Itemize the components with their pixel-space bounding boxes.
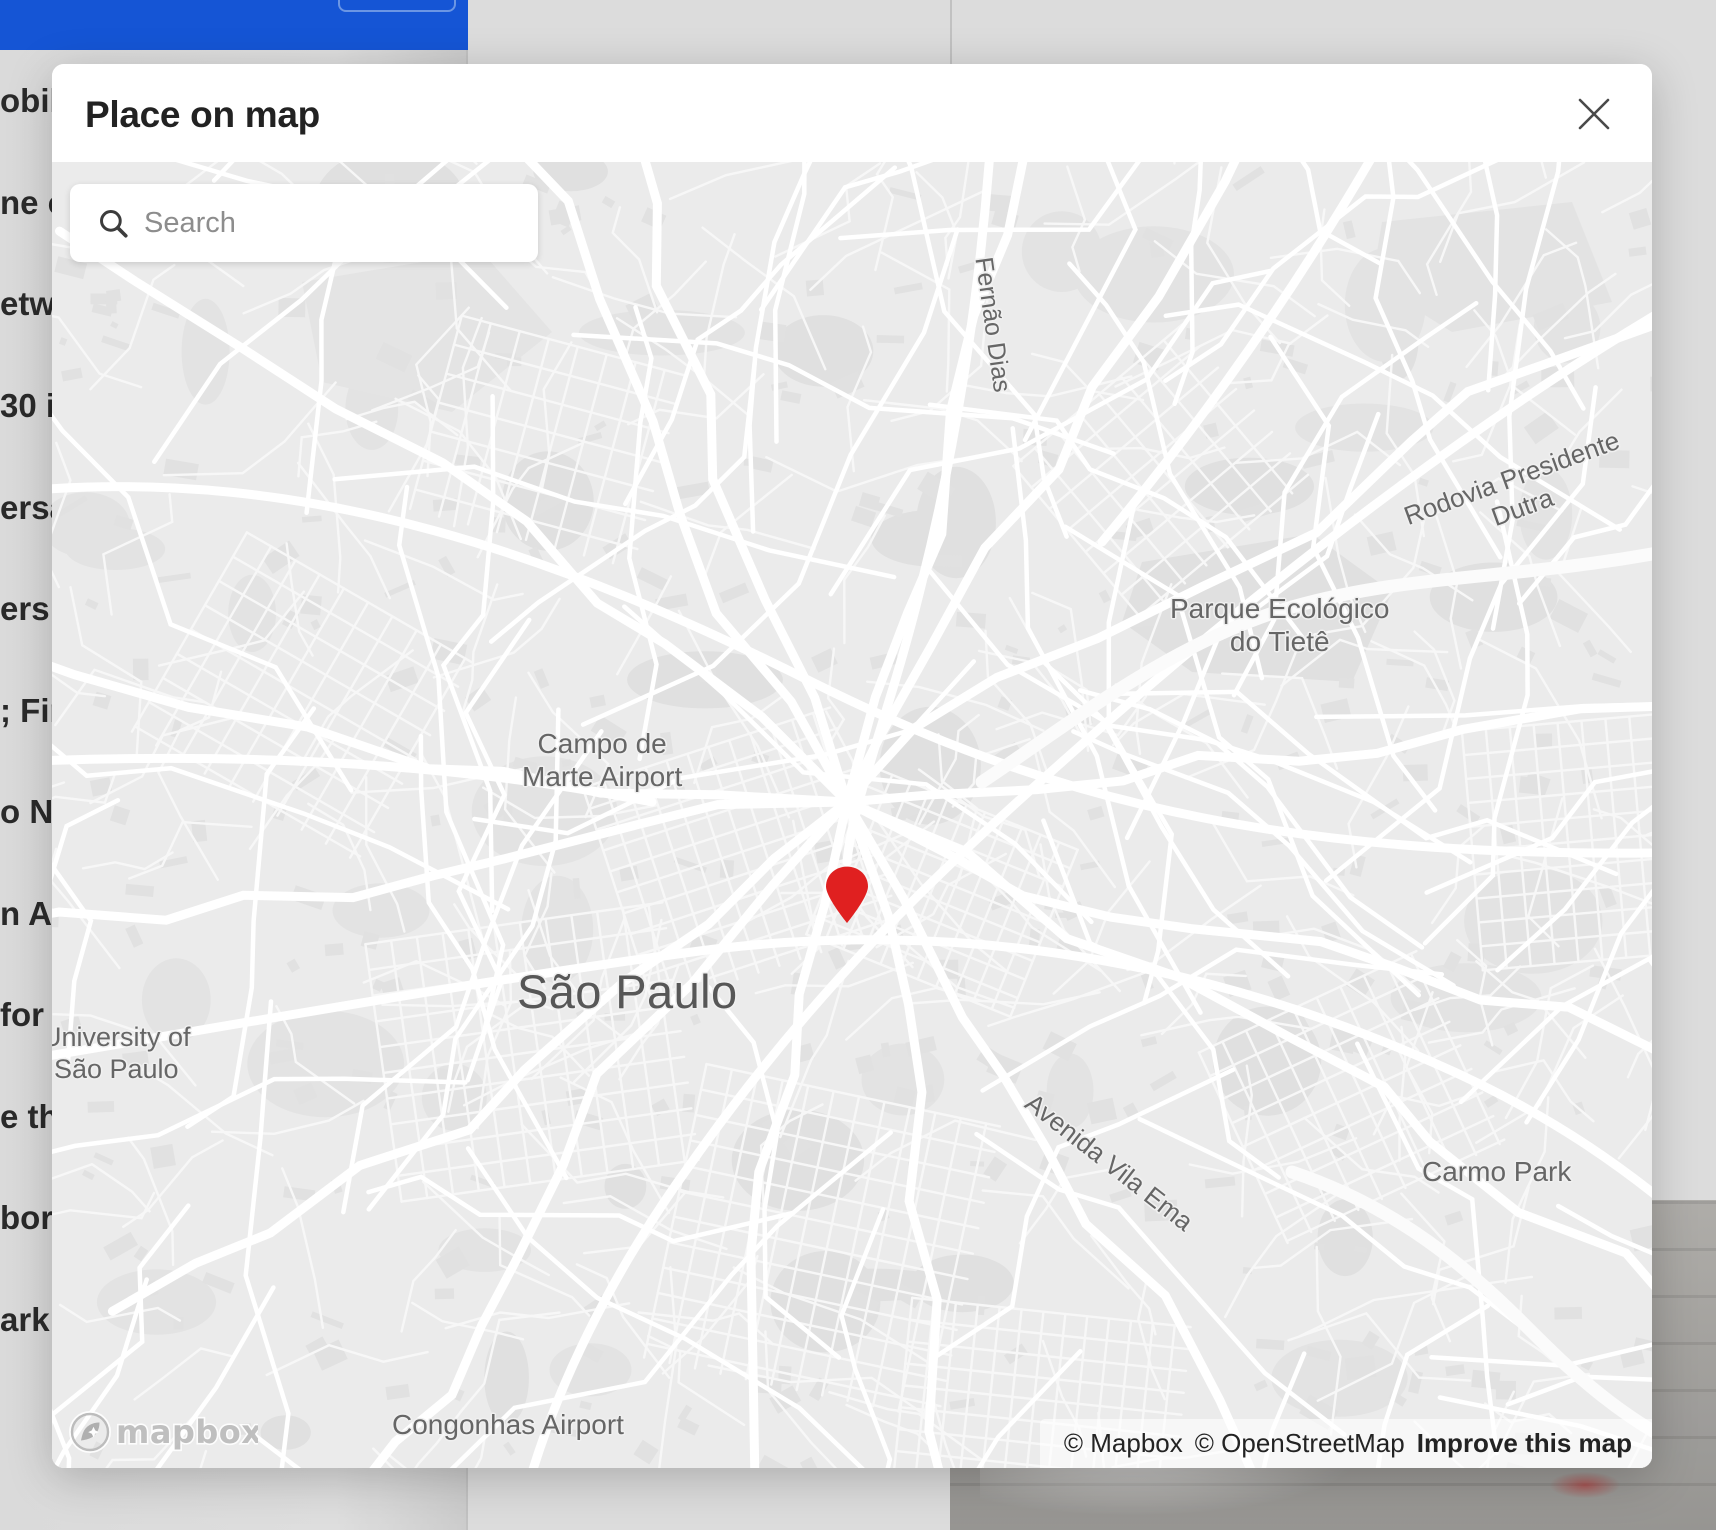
search-icon [96, 206, 130, 240]
search-box[interactable] [70, 184, 538, 262]
improve-this-map-link[interactable]: Improve this map [1417, 1428, 1632, 1459]
map-marker-pin[interactable] [824, 866, 870, 924]
openstreetmap-attribution-link[interactable]: © OpenStreetMap [1195, 1428, 1405, 1459]
close-icon[interactable] [1570, 90, 1618, 138]
map-viewport[interactable]: Fernão Dias Rodovia Presidente Dutra Parqu… [52, 162, 1652, 1468]
mapbox-attribution-link[interactable]: © Mapbox [1064, 1428, 1183, 1459]
svg-text:mapbox: mapbox [116, 1413, 258, 1451]
modal-header: Place on map [52, 64, 1652, 162]
page-title: Place on map [85, 94, 320, 135]
page-root: in São Paulo and Cali... obiline otetwo3… [0, 0, 1716, 1530]
mapbox-logo[interactable]: mapbox [68, 1410, 258, 1454]
search-input[interactable] [144, 206, 504, 240]
map-attribution: © Mapbox © OpenStreetMap Improve this ma… [1039, 1419, 1652, 1468]
place-on-map-modal: Place on map Fernão Dias Rodovia Preside… [52, 64, 1652, 1468]
map-tiles [52, 162, 1652, 1468]
